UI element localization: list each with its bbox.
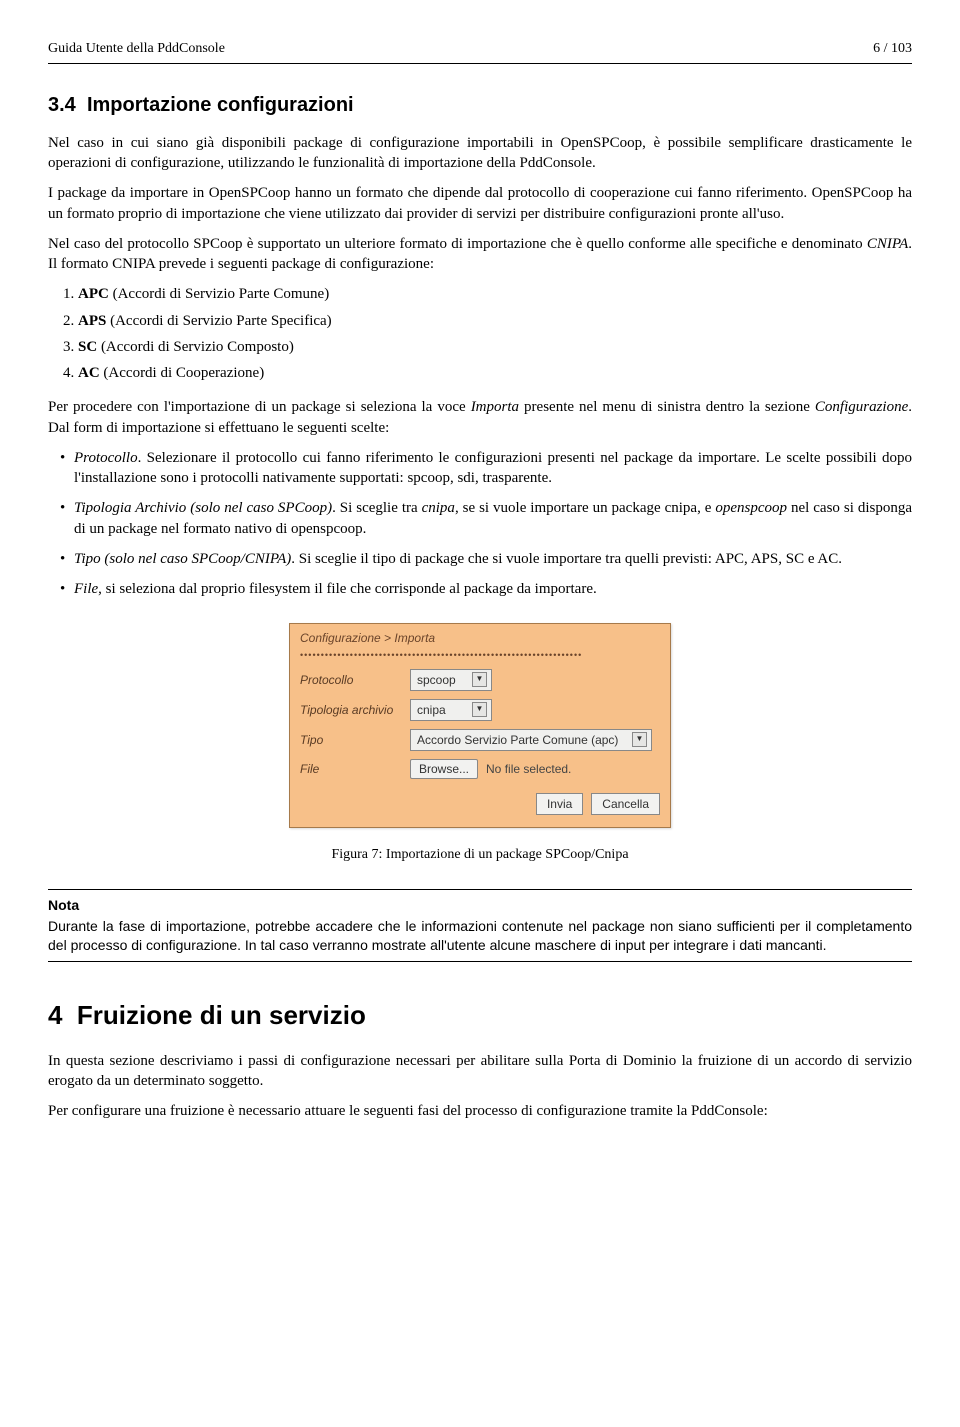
browse-button[interactable]: Browse... (410, 759, 478, 779)
note-rule-bottom (48, 961, 912, 962)
cnipa-package-list: APC (Accordi di Servizio Parte Comune) A… (48, 284, 912, 383)
figure-7: Configurazione > Importa •••••••••••••••… (48, 623, 912, 828)
page-header: Guida Utente della PddConsole 6 / 103 (48, 40, 912, 59)
section-4-heading: 4 Fruizione di un servizio (48, 998, 912, 1033)
configurazione-term: Configurazione (815, 399, 908, 415)
select-protocollo[interactable]: spcoop ▼ (410, 669, 492, 691)
bullet-tipologia: Tipologia Archivio (solo nel caso SPCoop… (60, 498, 912, 539)
cancel-button[interactable]: Cancella (591, 793, 660, 815)
breadcrumb: Configurazione > Importa (290, 624, 670, 648)
list-item-ac: AC (Accordi di Cooperazione) (78, 363, 912, 383)
select-tipo[interactable]: Accordo Servizio Parte Comune (apc) ▼ (410, 729, 652, 751)
bullet-file: File, si seleziona dal proprio filesyste… (60, 579, 912, 599)
note-title: Nota (48, 896, 912, 915)
row-tipologia: Tipologia archivio cnipa ▼ (290, 695, 670, 725)
select-tipologia[interactable]: cnipa ▼ (410, 699, 492, 721)
para-4: Per procedere con l'importazione di un p… (48, 397, 912, 438)
breadcrumb-divider: ••••••••••••••••••••••••••••••••••••••••… (290, 649, 670, 665)
bullet-protocollo: Protocollo. Selezionare il protocollo cu… (60, 448, 912, 489)
para-2: I package da importare in OpenSPCoop han… (48, 183, 912, 224)
list-item-sc: SC (Accordi di Servizio Composto) (78, 337, 912, 357)
section-title: Fruizione di un servizio (77, 1000, 366, 1030)
form-actions: Invia Cancella (290, 783, 670, 827)
header-left: Guida Utente della PddConsole (48, 40, 225, 59)
chevron-down-icon: ▼ (632, 732, 647, 747)
list-item-apc: APC (Accordi di Servizio Parte Comune) (78, 284, 912, 304)
section-title: Importazione configurazioni (87, 94, 354, 116)
sec4-para-1: In questa sezione descriviamo i passi di… (48, 1051, 912, 1092)
para-1: Nel caso in cui siano già disponibili pa… (48, 133, 912, 174)
bullet-tipo: Tipo (solo nel caso SPCoop/CNIPA). Si sc… (60, 549, 912, 569)
submit-button[interactable]: Invia (536, 793, 583, 815)
sec4-para-2: Per configurare una fruizione è necessar… (48, 1101, 912, 1121)
file-selected-text: No file selected. (486, 761, 571, 777)
figure-7-caption: Figura 7: Importazione di un package SPC… (48, 846, 912, 865)
label-tipologia: Tipologia archivio (300, 702, 410, 718)
row-tipo: Tipo Accordo Servizio Parte Comune (apc)… (290, 725, 670, 755)
list-item-aps: APS (Accordi di Servizio Parte Specifica… (78, 311, 912, 331)
note-body: Durante la fase di importazione, potrebb… (48, 917, 912, 955)
row-protocollo: Protocollo spcoop ▼ (290, 665, 670, 695)
para-3: Nel caso del protocollo SPCoop è support… (48, 234, 912, 275)
cnipa-term: CNIPA (867, 236, 908, 252)
section-3-4-heading: 3.4 Importazione configurazioni (48, 92, 912, 119)
label-protocollo: Protocollo (300, 672, 410, 688)
import-form: Configurazione > Importa •••••••••••••••… (289, 623, 671, 828)
section-number: 3.4 (48, 94, 76, 116)
section-number: 4 (48, 1000, 62, 1030)
row-file: File Browse... No file selected. (290, 755, 670, 783)
importa-term: Importa (471, 399, 519, 415)
chevron-down-icon: ▼ (472, 702, 487, 717)
header-rule (48, 63, 912, 64)
import-options-list: Protocollo. Selezionare il protocollo cu… (48, 448, 912, 600)
label-tipo: Tipo (300, 732, 410, 748)
chevron-down-icon: ▼ (472, 672, 487, 687)
label-file: File (300, 761, 410, 777)
note-rule-top (48, 889, 912, 890)
file-input[interactable]: Browse... No file selected. (410, 759, 571, 779)
header-right: 6 / 103 (873, 40, 912, 59)
